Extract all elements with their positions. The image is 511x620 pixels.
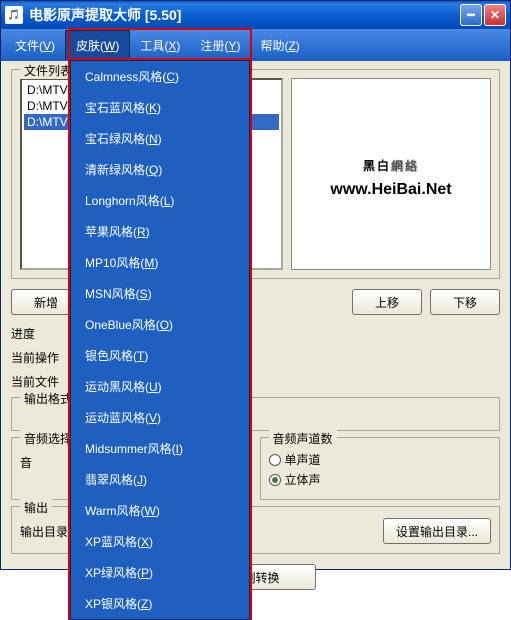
skin-menu-item[interactable]: 银色风格(T) [71, 340, 249, 371]
skin-menu-item[interactable]: XP银风格(Z) [71, 588, 249, 619]
radio-stereo[interactable]: 立体声 [269, 471, 492, 488]
menu-file[interactable]: 文件(V) [5, 31, 65, 60]
skin-menu-item[interactable]: 翡翠风格(J) [71, 464, 249, 495]
minimize-button[interactable]: ━ [460, 4, 482, 26]
skin-menu-item[interactable]: XP蓝风格(X) [71, 526, 249, 557]
menu-register[interactable]: 注册(Y) [190, 31, 250, 60]
skin-menu-item[interactable]: Warm风格(W) [71, 495, 249, 526]
mono-label: 单声道 [285, 451, 321, 468]
output-format-label: 输出格式 [20, 390, 76, 407]
skin-menu-item[interactable]: Midsummer风格(I) [71, 433, 249, 464]
skin-menu-item[interactable]: 运动蓝风格(V) [71, 402, 249, 433]
current-op-label: 当前操作 [11, 349, 75, 366]
set-output-dir-button[interactable]: 设置输出目录... [383, 518, 491, 544]
output-label: 输出 [20, 499, 52, 516]
progress-label: 进度 [11, 325, 75, 342]
menu-help[interactable]: 帮助(Z) [250, 31, 309, 60]
skin-menu-item[interactable]: Longhorn风格(L) [71, 185, 249, 216]
skin-menu-item[interactable]: 宝石绿风格(N) [71, 123, 249, 154]
window-title: 电影原声提取大师 [5.50] [29, 5, 460, 25]
skin-menu-item[interactable]: OneBlue风格(O) [71, 309, 249, 340]
logo-url: www.HeiBai.Net [330, 181, 451, 199]
skin-menu-item[interactable]: XP绿风格(P) [71, 557, 249, 588]
skin-menu-item[interactable]: 清新绿风格(Q) [71, 154, 249, 185]
channel-label: 音频声道数 [269, 430, 337, 447]
menu-tools[interactable]: 工具(X) [130, 31, 190, 60]
stereo-label: 立体声 [285, 471, 321, 488]
current-file-label: 当前文件 [11, 373, 75, 390]
audio-sub-label: 音 [20, 454, 32, 471]
audio-select-label: 音频选择 [20, 430, 76, 447]
radio-mono[interactable]: 单声道 [269, 451, 492, 468]
skin-menu-item[interactable]: 宝石蓝风格(K) [71, 92, 249, 123]
skin-menu-item[interactable]: MSN风格(S) [71, 278, 249, 309]
channel-group: 音频声道数 单声道 立体声 [260, 437, 501, 500]
titlebar: 🎵 电影原声提取大师 [5.50] ━ ✕ [1, 1, 510, 29]
skin-menu-item[interactable]: 运动黑风格(U) [71, 371, 249, 402]
app-icon: 🎵 [5, 6, 23, 24]
skin-dropdown: Calmness风格(C)宝石蓝风格(K)宝石绿风格(N)清新绿风格(Q)Lon… [70, 60, 250, 620]
radio-icon [269, 454, 281, 466]
skin-menu-item[interactable]: MP10风格(M) [71, 247, 249, 278]
move-down-button[interactable]: 下移 [430, 289, 500, 315]
radio-icon [269, 474, 281, 486]
filelist-label: 文件列表 [20, 62, 76, 79]
preview-pane: 黑白網絡 www.HeiBai.Net [291, 78, 491, 270]
move-up-button[interactable]: 上移 [352, 289, 422, 315]
skin-menu-item[interactable]: Calmness风格(C) [71, 61, 249, 92]
logo-text: 黑白網絡 [363, 150, 419, 177]
close-button[interactable]: ✕ [484, 4, 506, 26]
skin-menu-item[interactable]: 苹果风格(R) [71, 216, 249, 247]
menu-skin[interactable]: 皮肤(W) [65, 30, 130, 60]
menubar: 文件(V) 皮肤(W) 工具(X) 注册(Y) 帮助(Z) [1, 29, 510, 61]
